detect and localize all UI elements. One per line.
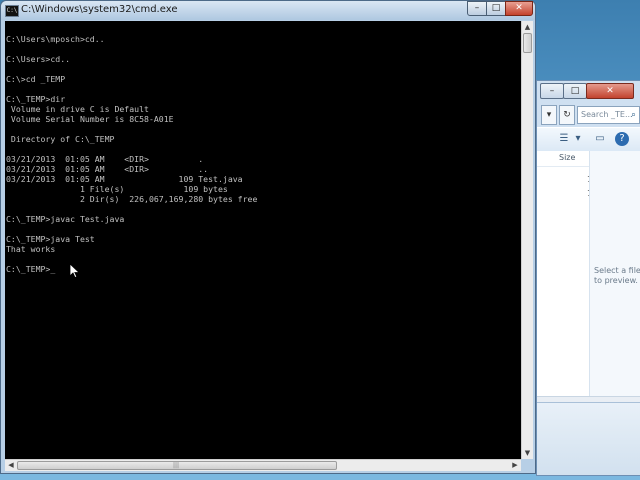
cmd-titlebar[interactable]: C:\ C:\Windows\system32\cmd.exe – □ ✕ xyxy=(1,1,535,20)
explorer-window: – □ ✕ ▾ ↻ Search _TE... ⌕ ☰ ▾ ▭ ? Size 1… xyxy=(536,80,640,476)
explorer-details-pane xyxy=(537,402,640,475)
maximize-button[interactable]: □ xyxy=(486,1,506,16)
console-text: C:\Users\mposch>cd.. C:\Users>cd.. C:\>c… xyxy=(6,34,258,274)
explorer-toolbar: ☰ ▾ ▭ ? xyxy=(537,127,640,153)
view-options-icon[interactable]: ☰ xyxy=(557,132,571,146)
preview-placeholder-text: Select a file to preview. xyxy=(594,266,640,285)
column-header-size[interactable]: Size xyxy=(559,153,575,162)
help-icon[interactable]: ? xyxy=(615,132,629,146)
refresh-icon[interactable]: ↻ xyxy=(559,105,575,125)
minimize-button[interactable]: – xyxy=(467,1,487,16)
scroll-grip-icon: ||| xyxy=(173,462,180,469)
scroll-up-icon[interactable]: ▲ xyxy=(522,21,533,33)
explorer-close-button[interactable]: ✕ xyxy=(586,83,634,99)
scroll-right-icon[interactable]: ▶ xyxy=(509,460,521,471)
cmd-window: C:\ C:\Windows\system32\cmd.exe – □ ✕ C:… xyxy=(0,0,536,474)
chevron-down-icon[interactable]: ▾ xyxy=(571,132,585,146)
scroll-left-icon[interactable]: ◀ xyxy=(5,460,17,471)
preview-pane: Select a file to preview. xyxy=(589,151,640,399)
console-output[interactable]: C:\Users\mposch>cd.. C:\Users>cd.. C:\>c… xyxy=(5,21,521,459)
vertical-scrollbar[interactable]: ▲ ▼ xyxy=(521,21,533,459)
vertical-scroll-thumb[interactable] xyxy=(523,33,532,53)
scroll-down-icon[interactable]: ▼ xyxy=(522,447,533,459)
window-title: C:\Windows\system32\cmd.exe xyxy=(21,4,178,15)
cmd-app-icon[interactable]: C:\ xyxy=(5,5,19,17)
explorer-maximize-button[interactable]: □ xyxy=(563,83,587,99)
explorer-search-input[interactable]: Search _TE... ⌕ xyxy=(577,106,640,124)
horizontal-scrollbar[interactable]: ◀ ||| ▶ xyxy=(5,459,521,471)
search-placeholder: Search _TE... xyxy=(581,110,633,119)
explorer-minimize-button[interactable]: – xyxy=(540,83,564,99)
dropdown-arrow-icon[interactable]: ▾ xyxy=(541,105,557,125)
explorer-address-row: ▾ ↻ Search _TE... ⌕ xyxy=(541,105,640,125)
search-icon: ⌕ xyxy=(630,110,636,120)
preview-pane-icon[interactable]: ▭ xyxy=(593,132,607,146)
close-button[interactable]: ✕ xyxy=(505,1,533,16)
